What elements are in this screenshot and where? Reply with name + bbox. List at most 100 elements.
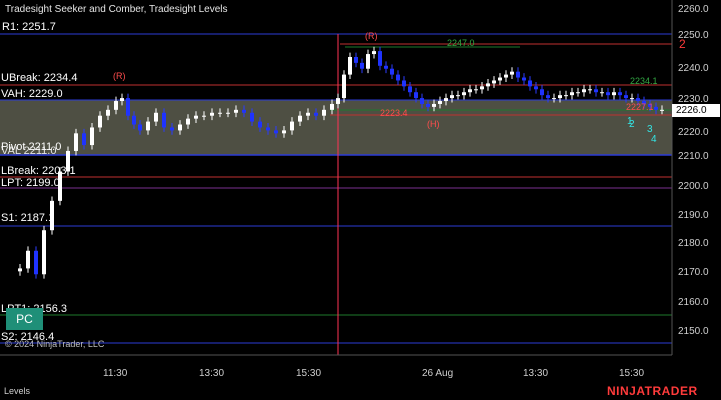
y-tick: 2150.0 [678, 326, 709, 337]
candle-body [504, 74, 508, 78]
r-marker: (R) [113, 71, 126, 81]
candle-body [154, 112, 158, 122]
candle-body [330, 103, 334, 110]
green-level-label: 2247.0 [447, 38, 475, 48]
candle-body [186, 118, 190, 125]
vah-label: VAH: 2229.0 [1, 88, 63, 100]
val-label: VAL 2211.0 [1, 145, 57, 157]
candle-body [402, 80, 406, 87]
candle-body [342, 74, 346, 99]
candle-body [480, 86, 484, 90]
red-level-label: 2227.1 [626, 102, 654, 112]
candle-body [90, 127, 94, 146]
candle-series [18, 46, 664, 279]
lpt-label: LPT: 2199.0 [1, 177, 60, 189]
candle-body [18, 268, 22, 272]
candle-body [558, 95, 562, 99]
candle-body [384, 65, 388, 69]
candle-body [390, 68, 394, 75]
price-chart[interactable] [0, 0, 721, 400]
y-tick: 2170.0 [678, 267, 709, 278]
candle-body [540, 89, 544, 96]
y-tick: 2220.0 [678, 127, 709, 138]
candle-body [322, 109, 326, 116]
red-level-label: 2223.4 [380, 108, 408, 118]
candle-body [34, 250, 38, 275]
candle-body [146, 121, 150, 131]
candle-body [492, 80, 496, 84]
candle-body [226, 112, 230, 114]
candle-body [660, 109, 664, 111]
r-marker: (R) [365, 31, 378, 41]
copyright-text: © 2024 NinjaTrader, LLC [5, 339, 105, 349]
candle-body [138, 124, 142, 131]
candle-body [194, 115, 198, 119]
candle-body [114, 101, 118, 110]
candle-body [576, 92, 580, 94]
candle-body [426, 103, 430, 107]
candle-body [654, 106, 658, 110]
candle-body [170, 127, 174, 131]
h-marker: (H) [427, 119, 440, 129]
candle-body [510, 71, 514, 75]
candle-body [444, 98, 448, 102]
candle-body [486, 83, 490, 87]
y-tick: 2260.0 [678, 4, 709, 15]
candle-body [522, 77, 526, 81]
candle-body [636, 98, 640, 102]
candle-body [600, 92, 604, 94]
candle-body [516, 71, 520, 78]
candle-body [210, 112, 214, 116]
candle-body [132, 115, 136, 125]
lbreak-label: LBreak: 2203.1 [1, 165, 76, 177]
candle-body [242, 109, 246, 113]
candle-body [314, 112, 318, 116]
candle-body [266, 127, 270, 131]
candle-body [126, 98, 130, 116]
candle-body [26, 250, 30, 269]
x-tick: 15:30 [619, 368, 645, 379]
x-tick: 26 Aug [422, 368, 454, 379]
candle-body [552, 98, 556, 100]
candle-body [618, 92, 622, 96]
candle-body [360, 62, 364, 69]
candle-body [612, 92, 616, 96]
candle-body [588, 89, 592, 91]
candle-body [414, 92, 418, 99]
count-marker: 2 [679, 37, 686, 51]
candle-body [366, 54, 370, 69]
candle-body [82, 133, 86, 146]
candle-body [570, 92, 574, 96]
candle-body [474, 89, 478, 91]
candle-body [106, 109, 110, 116]
candle-body [624, 95, 628, 99]
candle-body [336, 98, 340, 104]
pc-button[interactable]: PC [6, 308, 43, 330]
x-tick: 13:30 [199, 368, 225, 379]
r1-label: R1: 2251.7 [2, 21, 56, 33]
candle-body [306, 112, 310, 116]
candle-body [348, 56, 352, 75]
candle-body [178, 124, 182, 131]
candle-body [594, 89, 598, 93]
candle-body [528, 80, 532, 87]
candle-body [274, 130, 278, 134]
current-price-tag: 2226.0 [672, 104, 720, 117]
brand-logo: NINJATRADER [607, 384, 698, 398]
candle-body [564, 95, 568, 97]
candle-body [456, 95, 460, 97]
green-level-label: 2234.1 [630, 76, 658, 86]
candle-body [408, 86, 412, 93]
candle-body [432, 103, 436, 107]
y-tick: 2240.0 [678, 63, 709, 74]
x-tick: 11:30 [103, 368, 128, 379]
count-marker: 4 [651, 134, 657, 145]
candle-body [606, 92, 610, 96]
s1-label: S1: 2187.1 [1, 212, 55, 224]
candle-body [234, 109, 238, 113]
candle-body [378, 51, 382, 66]
candle-body [298, 115, 302, 122]
candle-body [534, 86, 538, 90]
candle-body [420, 98, 424, 104]
candle-body [438, 101, 442, 104]
